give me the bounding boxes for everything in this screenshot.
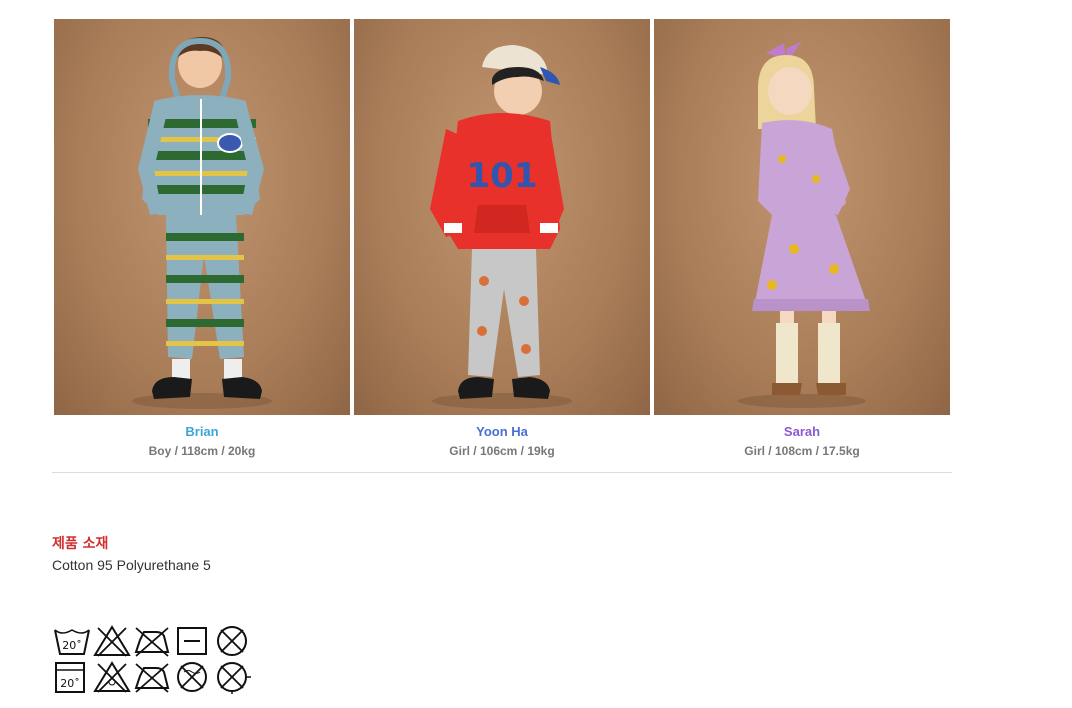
model-gallery: Brian Boy / 118cm / 20kg 101 Yoon Ha Gir… <box>52 19 952 459</box>
care-label-grid: 20˚ 20˚ <box>52 624 252 694</box>
svg-text:20˚: 20˚ <box>62 639 82 652</box>
model-name: Sarah <box>783 424 821 439</box>
no-chlorine-bleach-icon <box>92 660 132 694</box>
model-photo-yoon-ha: 101 <box>354 19 650 415</box>
model-card-sarah: Sarah Girl / 108cm / 17.5kg <box>652 19 952 459</box>
model-stats: Boy / 118cm / 20kg <box>148 444 256 458</box>
model-card-brian: Brian Boy / 118cm / 20kg <box>52 19 352 459</box>
no-wring-icon <box>172 660 212 694</box>
no-tumble-dry-icon <box>212 660 252 694</box>
machine-wash-icon: 20˚ <box>52 660 92 694</box>
no-bleach-icon <box>92 624 132 658</box>
material-title: 제품 소재 <box>52 536 109 552</box>
model-name: Brian <box>185 424 219 439</box>
svg-text:101: 101 <box>467 156 538 196</box>
model-stats: Girl / 108cm / 17.5kg <box>744 444 860 458</box>
no-iron-icon <box>132 624 172 658</box>
no-steam-iron-icon <box>132 660 172 694</box>
model-card-yoon-ha: 101 Yoon Ha Girl / 106cm / 19kg <box>352 19 652 459</box>
boy-striped-hoodie-photo <box>132 37 272 409</box>
model-name: Yoon Ha <box>476 424 528 439</box>
model-photo-sarah <box>654 19 950 415</box>
no-dry-clean-icon <box>212 624 252 658</box>
girl-lilac-dress-photo <box>738 41 870 408</box>
model-photo-brian <box>54 19 350 415</box>
material-value: Cotton 95 Polyurethane 5 <box>52 557 211 573</box>
hand-wash-icon: 20˚ <box>52 624 92 658</box>
flat-dry-icon <box>172 624 212 658</box>
model-stats: Girl / 106cm / 19kg <box>449 444 555 458</box>
section-divider <box>52 472 952 473</box>
girl-red-hoodie-photo: 101 <box>430 45 572 409</box>
svg-text:20˚: 20˚ <box>60 677 80 690</box>
